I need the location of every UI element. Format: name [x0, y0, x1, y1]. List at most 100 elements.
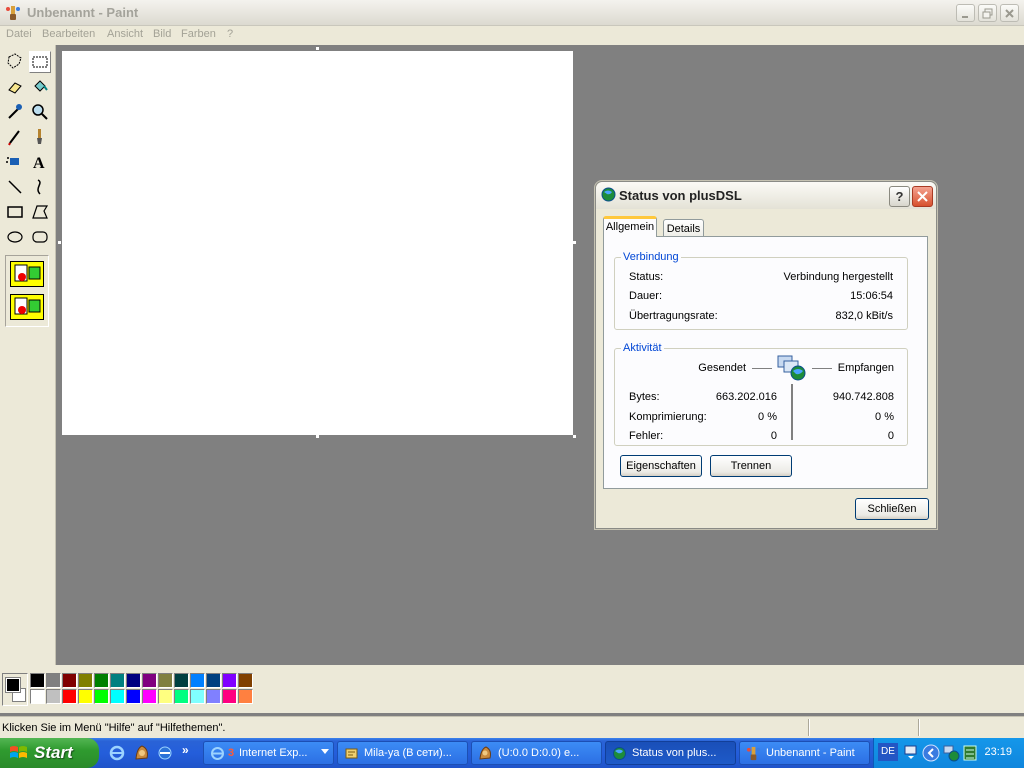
color-swatch[interactable] — [222, 673, 237, 688]
fill-bucket-icon — [34, 80, 48, 92]
language-indicator[interactable]: DE — [878, 743, 898, 761]
magnifier-icon — [32, 104, 48, 120]
start-button[interactable]: Start — [0, 738, 99, 768]
connection-groupbox: Verbindung Status: Verbindung hergestell… — [614, 251, 908, 330]
color-swatch[interactable] — [190, 673, 205, 688]
rate-value: 832,0 kBit/s — [835, 310, 893, 322]
task-label: (U:0.0 D:0.0) e... — [498, 747, 580, 759]
received-line — [812, 368, 832, 369]
menu-colors[interactable]: Farben — [181, 28, 216, 40]
fill-tool[interactable] — [29, 76, 51, 98]
transparency-opaque-option[interactable] — [10, 261, 44, 287]
line-tool[interactable] — [4, 176, 26, 198]
app-quicklaunch-icon[interactable] — [133, 744, 151, 762]
color-swatch[interactable] — [78, 689, 93, 704]
polygon-tool[interactable] — [29, 201, 51, 223]
help-button[interactable]: ? — [889, 186, 910, 207]
task-torrent-client[interactable]: (U:0.0 D:0.0) e... — [471, 741, 602, 765]
tray-app-icon[interactable] — [962, 744, 978, 762]
disconnect-button[interactable]: Trennen — [710, 455, 792, 477]
pencil-tool[interactable] — [4, 126, 26, 148]
task-messenger[interactable]: Mila-ya (В сети)... — [337, 741, 468, 765]
resize-handle-bottom[interactable] — [316, 435, 319, 438]
dialog-close-button[interactable] — [912, 186, 933, 207]
color-swatch[interactable] — [206, 673, 221, 688]
color-swatch[interactable] — [174, 689, 189, 704]
menu-file[interactable]: Datei — [6, 28, 32, 40]
rectangle-tool[interactable] — [4, 201, 26, 223]
free-select-tool[interactable] — [4, 51, 26, 73]
color-swatch[interactable] — [30, 689, 45, 704]
keyboard-layout-icon[interactable] — [904, 744, 918, 760]
color-swatch[interactable] — [190, 689, 205, 704]
task-paint[interactable]: Unbenannt - Paint — [739, 741, 870, 765]
menu-help[interactable]: ? — [227, 28, 233, 40]
brush-icon — [37, 129, 42, 144]
text-tool[interactable]: A — [29, 151, 51, 173]
network-connection-icon[interactable] — [942, 744, 960, 762]
color-picker-tool[interactable] — [4, 101, 26, 123]
primary-color[interactable] — [5, 677, 21, 693]
resize-handle-right[interactable] — [573, 241, 576, 244]
status-separator — [808, 719, 810, 736]
menu-view[interactable]: Ansicht — [107, 28, 143, 40]
errors-label: Fehler: — [629, 430, 664, 442]
rect-select-tool[interactable] — [29, 51, 51, 73]
title-bar: Unbenannt - Paint — [0, 0, 1024, 26]
color-swatch[interactable] — [158, 689, 173, 704]
color-swatch[interactable] — [78, 673, 93, 688]
magnifier-tool[interactable] — [29, 101, 51, 123]
brush-tool[interactable] — [29, 126, 51, 148]
restore-button[interactable] — [978, 4, 997, 22]
color-swatch[interactable] — [238, 673, 253, 688]
color-swatch[interactable] — [238, 689, 253, 704]
drawing-canvas[interactable] — [62, 51, 573, 435]
airbrush-tool[interactable] — [4, 151, 26, 173]
tab-general[interactable]: Allgemein — [603, 216, 657, 237]
bytes-label: Bytes: — [629, 391, 660, 403]
quicklaunch-overflow-icon[interactable]: » — [182, 743, 189, 757]
color-swatch[interactable] — [62, 673, 77, 688]
rect-select-icon — [32, 56, 48, 68]
color-swatch[interactable] — [126, 673, 141, 688]
close-button[interactable] — [1000, 4, 1019, 22]
menu-image[interactable]: Bild — [153, 28, 171, 40]
color-swatch[interactable] — [94, 689, 109, 704]
resize-handle-corner[interactable] — [573, 435, 576, 438]
rounded-rectangle-tool[interactable] — [29, 226, 51, 248]
color-swatch[interactable] — [46, 689, 61, 704]
tool-options — [5, 255, 49, 327]
ellipse-icon — [7, 231, 23, 243]
ie-quicklaunch-icon[interactable] — [109, 745, 125, 761]
color-swatch[interactable] — [46, 673, 61, 688]
eraser-icon — [8, 82, 22, 94]
color-swatch[interactable] — [62, 689, 77, 704]
ellipse-tool[interactable] — [4, 226, 26, 248]
color-swatch[interactable] — [142, 689, 157, 704]
color-swatch[interactable] — [110, 689, 125, 704]
eraser-tool[interactable] — [4, 76, 26, 98]
minimize-button[interactable] — [956, 4, 975, 22]
color-swatch[interactable] — [110, 673, 125, 688]
transparency-transparent-option[interactable] — [10, 294, 44, 320]
show-hidden-icons-icon[interactable] — [922, 744, 940, 762]
color-swatch[interactable] — [30, 673, 45, 688]
color-swatch[interactable] — [126, 689, 141, 704]
curve-tool[interactable] — [29, 176, 51, 198]
sent-label: Gesendet — [698, 362, 746, 374]
color-swatch[interactable] — [158, 673, 173, 688]
task-count-badge: 3 — [228, 747, 235, 759]
color-swatch[interactable] — [174, 673, 189, 688]
color-swatch[interactable] — [94, 673, 109, 688]
color-swatch[interactable] — [222, 689, 237, 704]
eyedropper-icon — [8, 104, 22, 119]
task-connection-status[interactable]: Status von plus... — [605, 741, 736, 765]
properties-button[interactable]: Eigenschaften — [620, 455, 702, 477]
color-swatch[interactable] — [206, 689, 221, 704]
task-internet-explorer[interactable]: 3 Internet Exp... — [203, 741, 334, 765]
ie-quicklaunch-icon-2[interactable] — [157, 745, 173, 761]
airbrush-icon — [6, 157, 19, 165]
dialog-close-bottom-button[interactable]: Schließen — [855, 498, 929, 520]
color-swatch[interactable] — [142, 673, 157, 688]
menu-edit[interactable]: Bearbeiten — [42, 28, 95, 40]
